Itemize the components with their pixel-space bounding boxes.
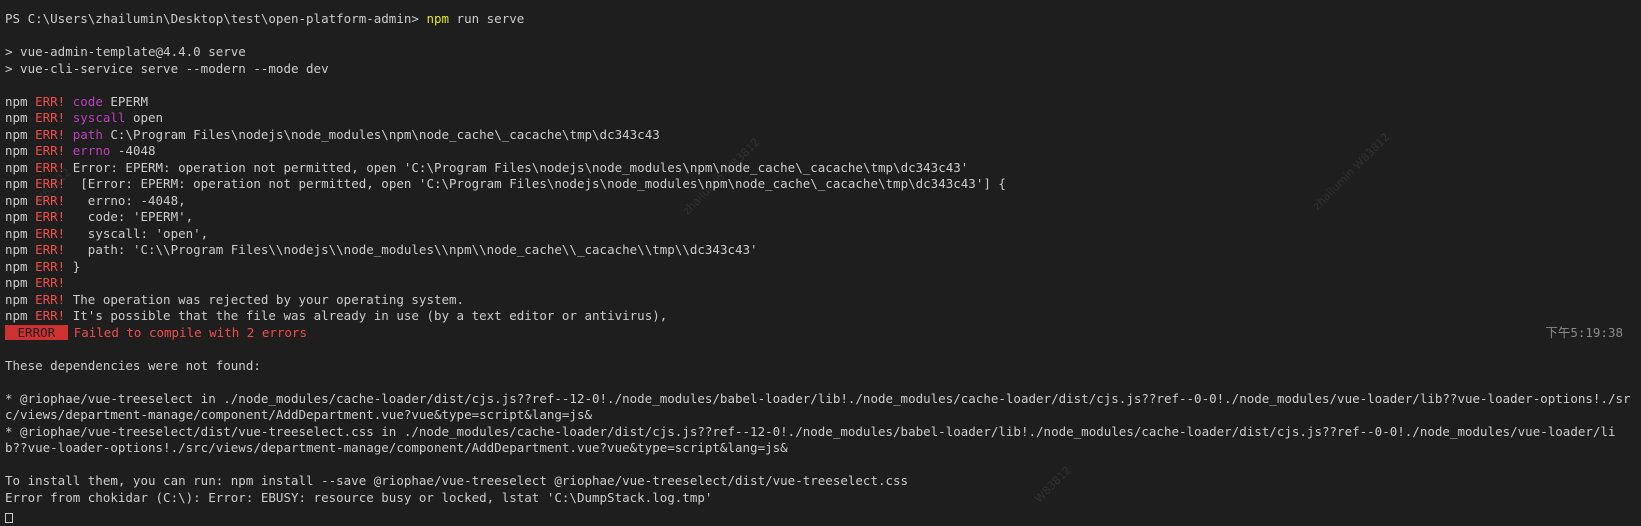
dependency-item: * @riophae/vue-treeselect/dist/vue-trees… <box>5 423 1616 456</box>
npm-err-text: path: 'C:\\Program Files\\nodejs\\node_m… <box>65 242 758 257</box>
npm-err-text: open <box>125 110 164 125</box>
npm-error-line: npm ERR! errno: -4048, <box>5 193 1633 210</box>
npm-prefix: npm <box>5 258 36 274</box>
npm-prefix: npm <box>5 225 36 241</box>
npm-err-text: errno: -4048, <box>65 192 186 208</box>
npm-error-line: npm ERR! path: 'C:\\Program Files\\nodej… <box>5 242 1633 259</box>
npm-err-text: -4048 <box>110 143 156 158</box>
npm-prefix: npm <box>5 275 36 290</box>
npm-err-tag: ERR! <box>35 209 66 224</box>
prompt-command: npm <box>426 11 450 26</box>
npm-err-tag: ERR! <box>35 126 66 142</box>
npm-err-key: errno <box>72 143 111 158</box>
npm-err-tag: ERR! <box>35 242 66 257</box>
npm-error-line: npm ERR! syscall open <box>5 110 1633 127</box>
prompt-args: run serve <box>449 11 525 26</box>
npm-err-text: } <box>65 258 81 274</box>
cursor <box>5 513 13 523</box>
npm-err-tag: ERR! <box>35 93 66 109</box>
script-line: > vue-admin-template@4.4.0 serve <box>5 44 246 59</box>
npm-error-line: npm ERR! errno -4048 <box>5 143 1633 160</box>
npm-err-tag: ERR! <box>35 308 66 323</box>
npm-prefix: npm <box>5 209 36 224</box>
npm-prefix: npm <box>5 126 36 142</box>
script-line: > vue-cli-service serve --modern --mode … <box>5 60 329 76</box>
npm-error-line: npm ERR! The operation was rejected by y… <box>5 292 1633 309</box>
npm-err-text: It's possible that the file was already … <box>65 308 668 323</box>
npm-err-tag: ERR! <box>35 225 66 241</box>
npm-err-tag: ERR! <box>35 110 66 125</box>
terminal-output[interactable]: PS C:\Users\zhailumin\Desktop\test\open-… <box>5 11 1633 526</box>
npm-prefix: npm <box>5 159 36 175</box>
compile-error-message: Failed to compile with 2 errors <box>73 324 307 340</box>
dependency-item: * @riophae/vue-treeselect in ./node_modu… <box>5 390 1631 423</box>
npm-err-text: EPERM <box>102 93 149 109</box>
npm-error-line: npm ERR! <box>5 275 1633 292</box>
npm-prefix: npm <box>5 308 36 323</box>
npm-prefix: npm <box>5 176 36 191</box>
npm-err-tag: ERR! <box>35 291 66 307</box>
npm-err-text: The operation was rejected by your opera… <box>65 291 465 307</box>
npm-err-tag: ERR! <box>35 258 66 274</box>
npm-error-line: npm ERR! code EPERM <box>5 94 1633 111</box>
install-hint: To install them, you can run: npm instal… <box>5 473 909 488</box>
npm-error-block: npm ERR! code EPERM npm ERR! syscall open… <box>5 94 1633 325</box>
npm-err-key: syscall <box>72 110 126 125</box>
npm-prefix: npm <box>5 192 36 208</box>
npm-err-tag: ERR! <box>35 143 66 158</box>
npm-err-text: [Error: EPERM: operation not permitted, … <box>65 176 1006 191</box>
npm-err-key: code <box>72 93 103 109</box>
npm-err-key: path <box>72 126 103 142</box>
npm-err-text: syscall: 'open', <box>65 225 209 241</box>
npm-prefix: npm <box>5 143 36 158</box>
cursor-line <box>5 506 1633 523</box>
npm-err-text: C:\Program Files\nodejs\node_modules\npm… <box>102 126 660 142</box>
error-badge: ERROR <box>5 324 68 340</box>
timestamp: 下午5:19:38 <box>1545 324 1623 340</box>
npm-prefix: npm <box>5 110 36 125</box>
npm-error-line: npm ERR! code: 'EPERM', <box>5 209 1633 226</box>
npm-err-tag: ERR! <box>35 275 66 290</box>
prompt-path: PS C:\Users\zhailumin\Desktop\test\open-… <box>5 11 427 26</box>
chokidar-error: Error from chokidar (C:\): Error: EBUSY:… <box>5 489 713 505</box>
npm-error-line: npm ERR! It's possible that the file was… <box>5 308 1633 325</box>
npm-prefix: npm <box>5 291 36 307</box>
npm-prefix: npm <box>5 242 36 257</box>
npm-error-line: npm ERR! } <box>5 259 1633 276</box>
deps-header: These dependencies were not found: <box>5 357 261 373</box>
prompt-line: PS C:\Users\zhailumin\Desktop\test\open-… <box>5 11 1633 28</box>
npm-err-text: Error: EPERM: operation not permitted, o… <box>65 159 969 175</box>
npm-err-text: code: 'EPERM', <box>65 209 194 224</box>
compile-error-line: ERROR Failed to compile with 2 errors 下午5… <box>5 324 1633 342</box>
npm-error-line: npm ERR! Error: EPERM: operation not per… <box>5 160 1633 177</box>
npm-error-line: npm ERR! syscall: 'open', <box>5 226 1633 243</box>
npm-error-line: npm ERR! [Error: EPERM: operation not pe… <box>5 176 1633 193</box>
npm-prefix: npm <box>5 93 36 109</box>
